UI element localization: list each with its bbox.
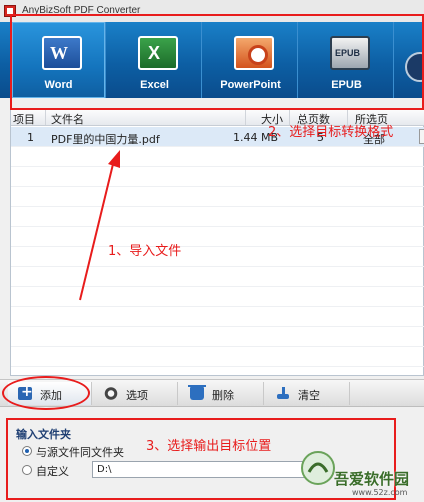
annotation-step3: 3、选择输出目标位置: [146, 439, 272, 454]
watermark-logo-icon: [301, 451, 335, 485]
add-button-highlight: [2, 376, 90, 410]
site-watermark: 吾爱软件园 www.52z.com: [300, 446, 424, 502]
watermark-text: 吾爱软件园: [334, 470, 410, 488]
annotation-step1: 1、导入文件: [108, 244, 182, 259]
watermark-url: www.52z.com: [352, 488, 408, 497]
app-window: AnyBizSoft PDF Converter Word Excel Powe…: [0, 0, 424, 502]
